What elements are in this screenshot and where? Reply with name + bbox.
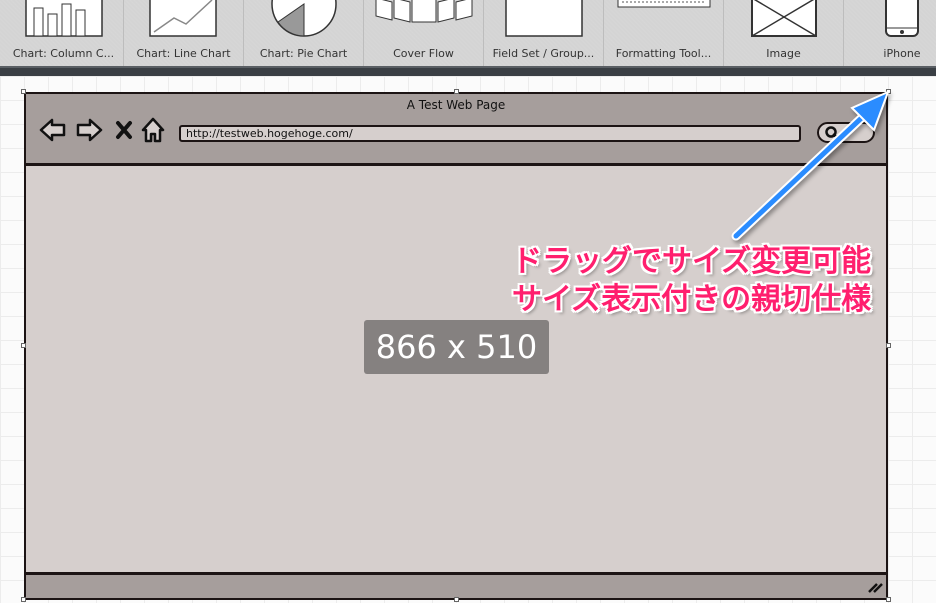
resize-handle-bottom-right[interactable] <box>886 597 891 602</box>
library-item-image[interactable]: Image <box>724 0 844 66</box>
resize-handle-top-left[interactable] <box>21 89 26 94</box>
library-item-label: Formatting Tool... <box>615 47 712 60</box>
library-item-formatting-toolbar[interactable]: Formatting Tool... <box>604 0 724 66</box>
annotation-arrow-icon <box>731 90 890 241</box>
formatting-toolbar-icon <box>617 0 711 8</box>
library-item-column-chart[interactable]: Chart: Column C... <box>4 0 124 66</box>
cover-flow-icon <box>375 0 473 23</box>
stop-x-icon[interactable] <box>114 116 134 144</box>
library-item-field-set[interactable]: Field Set / Group... <box>484 0 604 66</box>
library-item-label: Chart: Column C... <box>12 47 115 60</box>
forward-arrow-icon[interactable] <box>74 116 104 144</box>
resize-handle-right[interactable] <box>886 343 891 348</box>
column-chart-icon <box>25 0 103 37</box>
resize-handle-top[interactable] <box>454 89 459 94</box>
resize-grip-icon[interactable] <box>866 578 884 594</box>
browser-statusbar <box>26 572 886 598</box>
pie-chart-icon <box>271 0 337 37</box>
library-item-cover-flow[interactable]: Cover Flow <box>364 0 484 66</box>
line-chart-icon <box>149 0 217 37</box>
library-item-label: Chart: Line Chart <box>136 47 231 60</box>
iphone-icon <box>885 0 919 37</box>
library-item-label: Image <box>766 47 801 60</box>
home-icon[interactable] <box>139 116 167 144</box>
library-item-label: Chart: Pie Chart <box>259 47 348 60</box>
library-item-label: iPhone <box>883 47 921 60</box>
component-library: Chart: Column C... Chart: Line Chart Cha… <box>0 0 936 66</box>
library-item-label: Cover Flow <box>393 47 454 60</box>
annotation-line-1: ドラッグでサイズ変更可能 <box>512 244 872 279</box>
library-item-label: Field Set / Group... <box>492 47 595 60</box>
size-indicator-badge: 866 x 510 <box>364 320 549 374</box>
library-divider <box>0 66 936 76</box>
resize-handle-bottom-left[interactable] <box>21 597 26 602</box>
library-item-line-chart[interactable]: Chart: Line Chart <box>124 0 244 66</box>
field-set-icon <box>505 0 583 37</box>
resize-handle-left[interactable] <box>21 343 26 348</box>
library-item-pie-chart[interactable]: Chart: Pie Chart <box>244 0 364 66</box>
annotation-line-2: サイズ表示付きの親切仕様 <box>512 282 872 317</box>
image-placeholder-icon <box>751 0 817 37</box>
back-arrow-icon[interactable] <box>38 116 68 144</box>
resize-handle-bottom[interactable] <box>454 597 459 602</box>
library-item-iphone[interactable]: iPhone <box>844 0 936 66</box>
